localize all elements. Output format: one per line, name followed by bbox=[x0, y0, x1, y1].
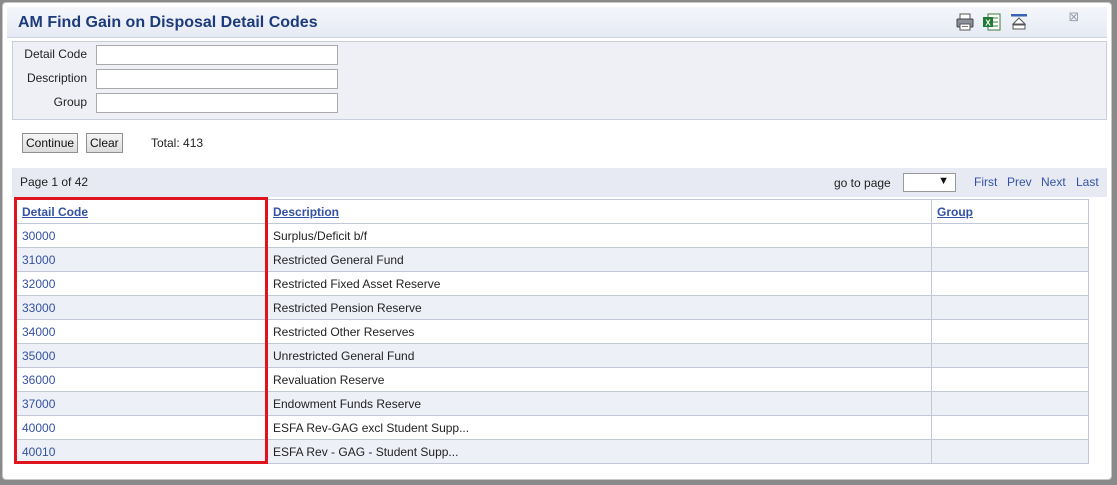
detail-code-label: Detail Code bbox=[24, 47, 87, 61]
description-cell: Restricted Pension Reserve bbox=[267, 295, 932, 320]
column-header-group[interactable]: Group bbox=[931, 199, 1089, 224]
clear-button[interactable]: Clear bbox=[86, 133, 123, 153]
first-page-link[interactable]: First bbox=[974, 175, 997, 189]
group-cell bbox=[931, 271, 1089, 296]
detail-code-cell[interactable]: 30000 bbox=[16, 223, 268, 248]
search-criteria-panel: Detail Code Description Group bbox=[12, 41, 1107, 120]
prev-page-link[interactable]: Prev bbox=[1007, 175, 1032, 189]
dialog-title: AM Find Gain on Disposal Detail Codes bbox=[18, 14, 318, 31]
close-icon[interactable]: ⊠ bbox=[1067, 10, 1081, 24]
column-header-description[interactable]: Description bbox=[267, 199, 932, 224]
print-icon[interactable] bbox=[955, 12, 975, 32]
svg-text:X: X bbox=[985, 19, 991, 28]
group-cell bbox=[931, 295, 1089, 320]
next-page-link[interactable]: Next bbox=[1041, 175, 1066, 189]
goto-page-label: go to page bbox=[834, 176, 891, 190]
table-row[interactable]: 37000 Endowment Funds Reserve bbox=[16, 391, 1089, 416]
description-cell: Restricted General Fund bbox=[267, 247, 932, 272]
detail-code-input[interactable] bbox=[96, 45, 338, 65]
detail-code-cell[interactable]: 35000 bbox=[16, 343, 268, 368]
table-row[interactable]: 40010 ESFA Rev - GAG - Student Supp... bbox=[16, 439, 1089, 464]
total-count: Total: 413 bbox=[151, 136, 204, 150]
pager-bar: Page 1 of 42 go to page ▼ First Prev Nex… bbox=[12, 168, 1107, 197]
detail-code-cell[interactable]: 40010 bbox=[16, 439, 268, 464]
group-cell bbox=[931, 223, 1089, 248]
description-cell: Endowment Funds Reserve bbox=[267, 391, 932, 416]
page-indicator: Page 1 of 42 bbox=[20, 175, 89, 189]
detail-code-cell[interactable]: 37000 bbox=[16, 391, 268, 416]
table-row[interactable]: 31000 Restricted General Fund bbox=[16, 247, 1089, 272]
chevron-down-icon: ▼ bbox=[938, 175, 949, 187]
continue-button[interactable]: Continue bbox=[22, 133, 79, 153]
group-cell bbox=[931, 367, 1089, 392]
table-header-row: Detail Code Description Group bbox=[16, 199, 1089, 224]
description-cell: Restricted Fixed Asset Reserve bbox=[267, 271, 932, 296]
group-cell bbox=[931, 247, 1089, 272]
excel-export-icon[interactable]: X bbox=[982, 12, 1002, 32]
description-cell: Unrestricted General Fund bbox=[267, 343, 932, 368]
detail-code-cell[interactable]: 34000 bbox=[16, 319, 268, 344]
detail-code-cell[interactable]: 36000 bbox=[16, 367, 268, 392]
group-cell bbox=[931, 391, 1089, 416]
table-row[interactable]: 32000 Restricted Fixed Asset Reserve bbox=[16, 271, 1089, 296]
group-cell bbox=[931, 343, 1089, 368]
table-row[interactable]: 40000 ESFA Rev-GAG excl Student Supp... bbox=[16, 415, 1089, 440]
description-cell: Revaluation Reserve bbox=[267, 367, 932, 392]
column-header-detail-code[interactable]: Detail Code bbox=[16, 199, 268, 224]
description-label: Description bbox=[26, 71, 87, 85]
table-row[interactable]: 36000 Revaluation Reserve bbox=[16, 367, 1089, 392]
find-dialog: AM Find Gain on Disposal Detail Codes X … bbox=[2, 2, 1112, 480]
description-input[interactable] bbox=[96, 69, 338, 89]
goto-page-select[interactable]: ▼ bbox=[903, 173, 956, 192]
description-cell: Surplus/Deficit b/f bbox=[267, 223, 932, 248]
table-row[interactable]: 34000 Restricted Other Reserves bbox=[16, 319, 1089, 344]
group-label: Group bbox=[53, 95, 87, 109]
description-cell: ESFA Rev-GAG excl Student Supp... bbox=[267, 415, 932, 440]
description-cell: ESFA Rev - GAG - Student Supp... bbox=[267, 439, 932, 464]
results-table: Detail Code Description Group 30000 Surp… bbox=[16, 199, 1089, 464]
table-row[interactable]: 35000 Unrestricted General Fund bbox=[16, 343, 1089, 368]
last-page-link[interactable]: Last bbox=[1076, 175, 1099, 189]
title-bar: AM Find Gain on Disposal Detail Codes X … bbox=[7, 7, 1107, 38]
detail-code-cell[interactable]: 40000 bbox=[16, 415, 268, 440]
detail-code-cell[interactable]: 33000 bbox=[16, 295, 268, 320]
collapse-icon[interactable] bbox=[1009, 12, 1029, 32]
group-input[interactable] bbox=[96, 93, 338, 113]
group-cell bbox=[931, 439, 1089, 464]
description-cell: Restricted Other Reserves bbox=[267, 319, 932, 344]
group-cell bbox=[931, 415, 1089, 440]
group-cell bbox=[931, 319, 1089, 344]
detail-code-cell[interactable]: 31000 bbox=[16, 247, 268, 272]
table-row[interactable]: 30000 Surplus/Deficit b/f bbox=[16, 223, 1089, 248]
table-row[interactable]: 33000 Restricted Pension Reserve bbox=[16, 295, 1089, 320]
detail-code-cell[interactable]: 32000 bbox=[16, 271, 268, 296]
